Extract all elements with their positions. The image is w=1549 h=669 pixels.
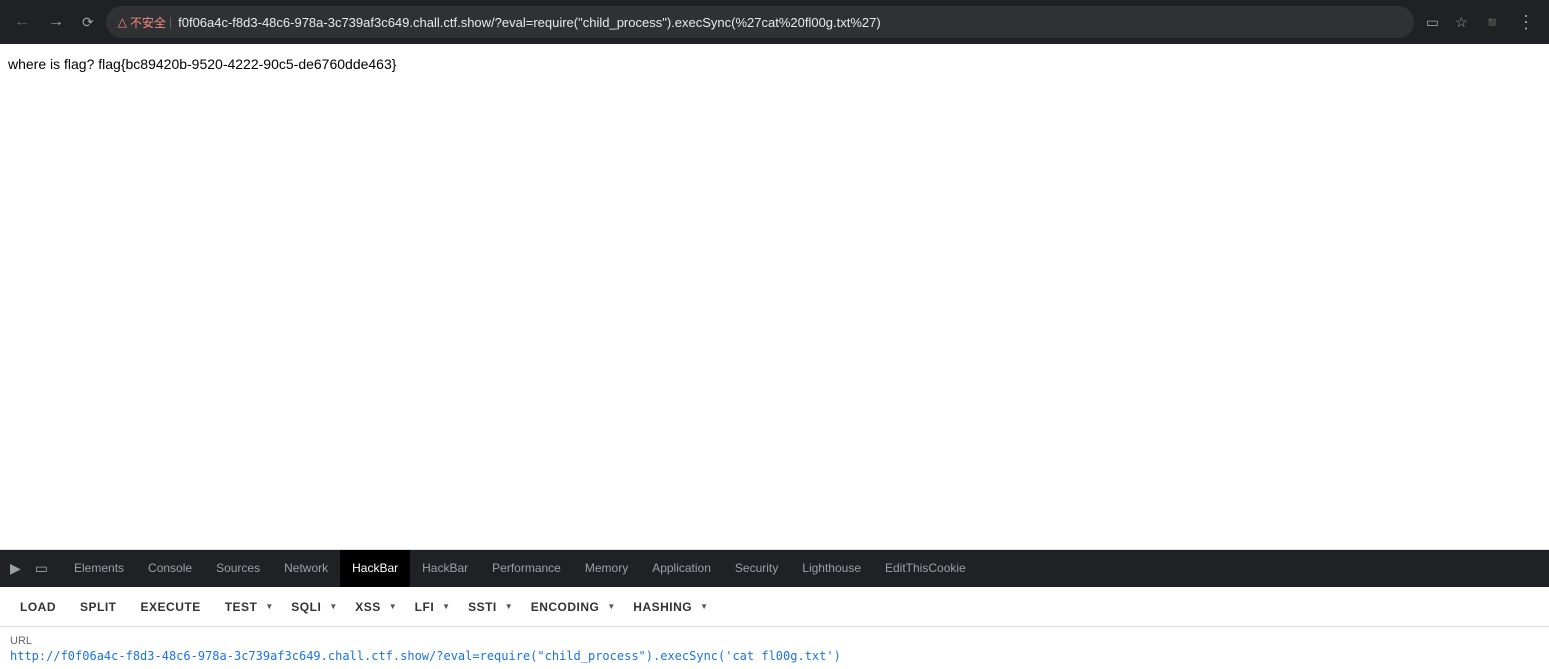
encoding-dropdown-arrow[interactable]: ▼ [605,602,621,611]
encoding-button[interactable]: ENCODING [519,587,604,627]
execute-button[interactable]: EXECUTE [129,587,213,627]
forward-button[interactable]: → [42,9,70,35]
ssti-dropdown-arrow[interactable]: ▼ [503,602,519,611]
extensions-button[interactable]: ◾ [1478,10,1507,35]
bookmark-button[interactable]: ☆ [1449,10,1474,35]
test-dropdown: TEST ▼ [213,587,280,627]
back-button[interactable]: ← [8,9,36,35]
ssti-button[interactable]: SSTI [456,587,501,627]
tab-memory[interactable]: Memory [573,550,640,587]
devtools-tabbar: ▶ ▭ Elements Console Sources Network Hac… [0,550,1549,587]
browser-chrome: ← → ⟳ △ 不安全 | f0f06a4c-f8d3-48c6-978a-3c… [0,0,1549,44]
url-text: f0f06a4c-f8d3-48c6-978a-3c739af3c649.cha… [178,15,1402,30]
security-label: 不安全 [130,14,166,31]
sqli-button[interactable]: SQLI [279,587,325,627]
tab-editthiscookie[interactable]: EditThisCookie [873,550,978,587]
inspect-icon-button[interactable]: ▶ [4,556,27,581]
split-button[interactable]: SPLIT [68,587,129,627]
security-warning: △ 不安全 | [118,14,172,31]
tab-hackbar-2[interactable]: HackBar [410,550,480,587]
reload-button[interactable]: ⟳ [76,10,100,35]
separator: | [169,15,172,29]
lfi-dropdown-arrow[interactable]: ▼ [440,602,456,611]
tab-elements[interactable]: Elements [62,550,136,587]
encoding-dropdown: ENCODING ▼ [519,587,622,627]
menu-button[interactable]: ⋮ [1511,8,1541,37]
tab-performance[interactable]: Performance [480,550,573,587]
device-icon-button[interactable]: ▭ [29,556,54,581]
url-label: URL [10,635,1539,647]
hashing-button[interactable]: HASHING [621,587,696,627]
chrome-actions: ▭ ☆ ◾ ⋮ [1420,8,1541,37]
test-dropdown-arrow[interactable]: ▼ [263,602,279,611]
hashing-dropdown: HASHING ▼ [621,587,714,627]
lfi-button[interactable]: LFI [403,587,439,627]
devtools-panel: ▶ ▭ Elements Console Sources Network Hac… [0,549,1549,669]
flag-text: where is flag? flag{bc89420b-9520-4222-9… [8,56,1541,72]
tab-console[interactable]: Console [136,550,204,587]
hashing-dropdown-arrow[interactable]: ▼ [698,602,714,611]
tab-security[interactable]: Security [723,550,790,587]
tab-network[interactable]: Network [272,550,340,587]
url-domain: f0f06a4c-f8d3-48c6-978a-3c739af3c649.cha… [178,15,881,30]
tab-sources[interactable]: Sources [204,550,272,587]
cast-button[interactable]: ▭ [1420,10,1445,35]
sqli-dropdown-arrow[interactable]: ▼ [327,602,343,611]
tab-lighthouse[interactable]: Lighthouse [790,550,873,587]
ssti-dropdown: SSTI ▼ [456,587,519,627]
test-button[interactable]: TEST [213,587,262,627]
warning-icon: △ [118,15,127,29]
tab-hackbar-1[interactable]: HackBar [340,550,410,587]
sqli-dropdown: SQLI ▼ [279,587,343,627]
xss-dropdown-arrow[interactable]: ▼ [387,602,403,611]
devtools-icons: ▶ ▭ [4,556,54,581]
hackbar-url-section: URL http://f0f06a4c-f8d3-48c6-978a-3c739… [0,627,1549,669]
load-button[interactable]: LOAD [8,587,68,627]
url-value: http://f0f06a4c-f8d3-48c6-978a-3c739af3c… [10,649,1539,663]
xss-dropdown: XSS ▼ [343,587,402,627]
xss-button[interactable]: XSS [343,587,385,627]
tab-application[interactable]: Application [640,550,723,587]
address-bar[interactable]: △ 不安全 | f0f06a4c-f8d3-48c6-978a-3c739af3… [106,6,1414,38]
page-content: where is flag? flag{bc89420b-9520-4222-9… [0,44,1549,464]
lfi-dropdown: LFI ▼ [403,587,456,627]
hackbar-toolbar: LOAD SPLIT EXECUTE TEST ▼ SQLI ▼ XSS ▼ L… [0,587,1549,627]
